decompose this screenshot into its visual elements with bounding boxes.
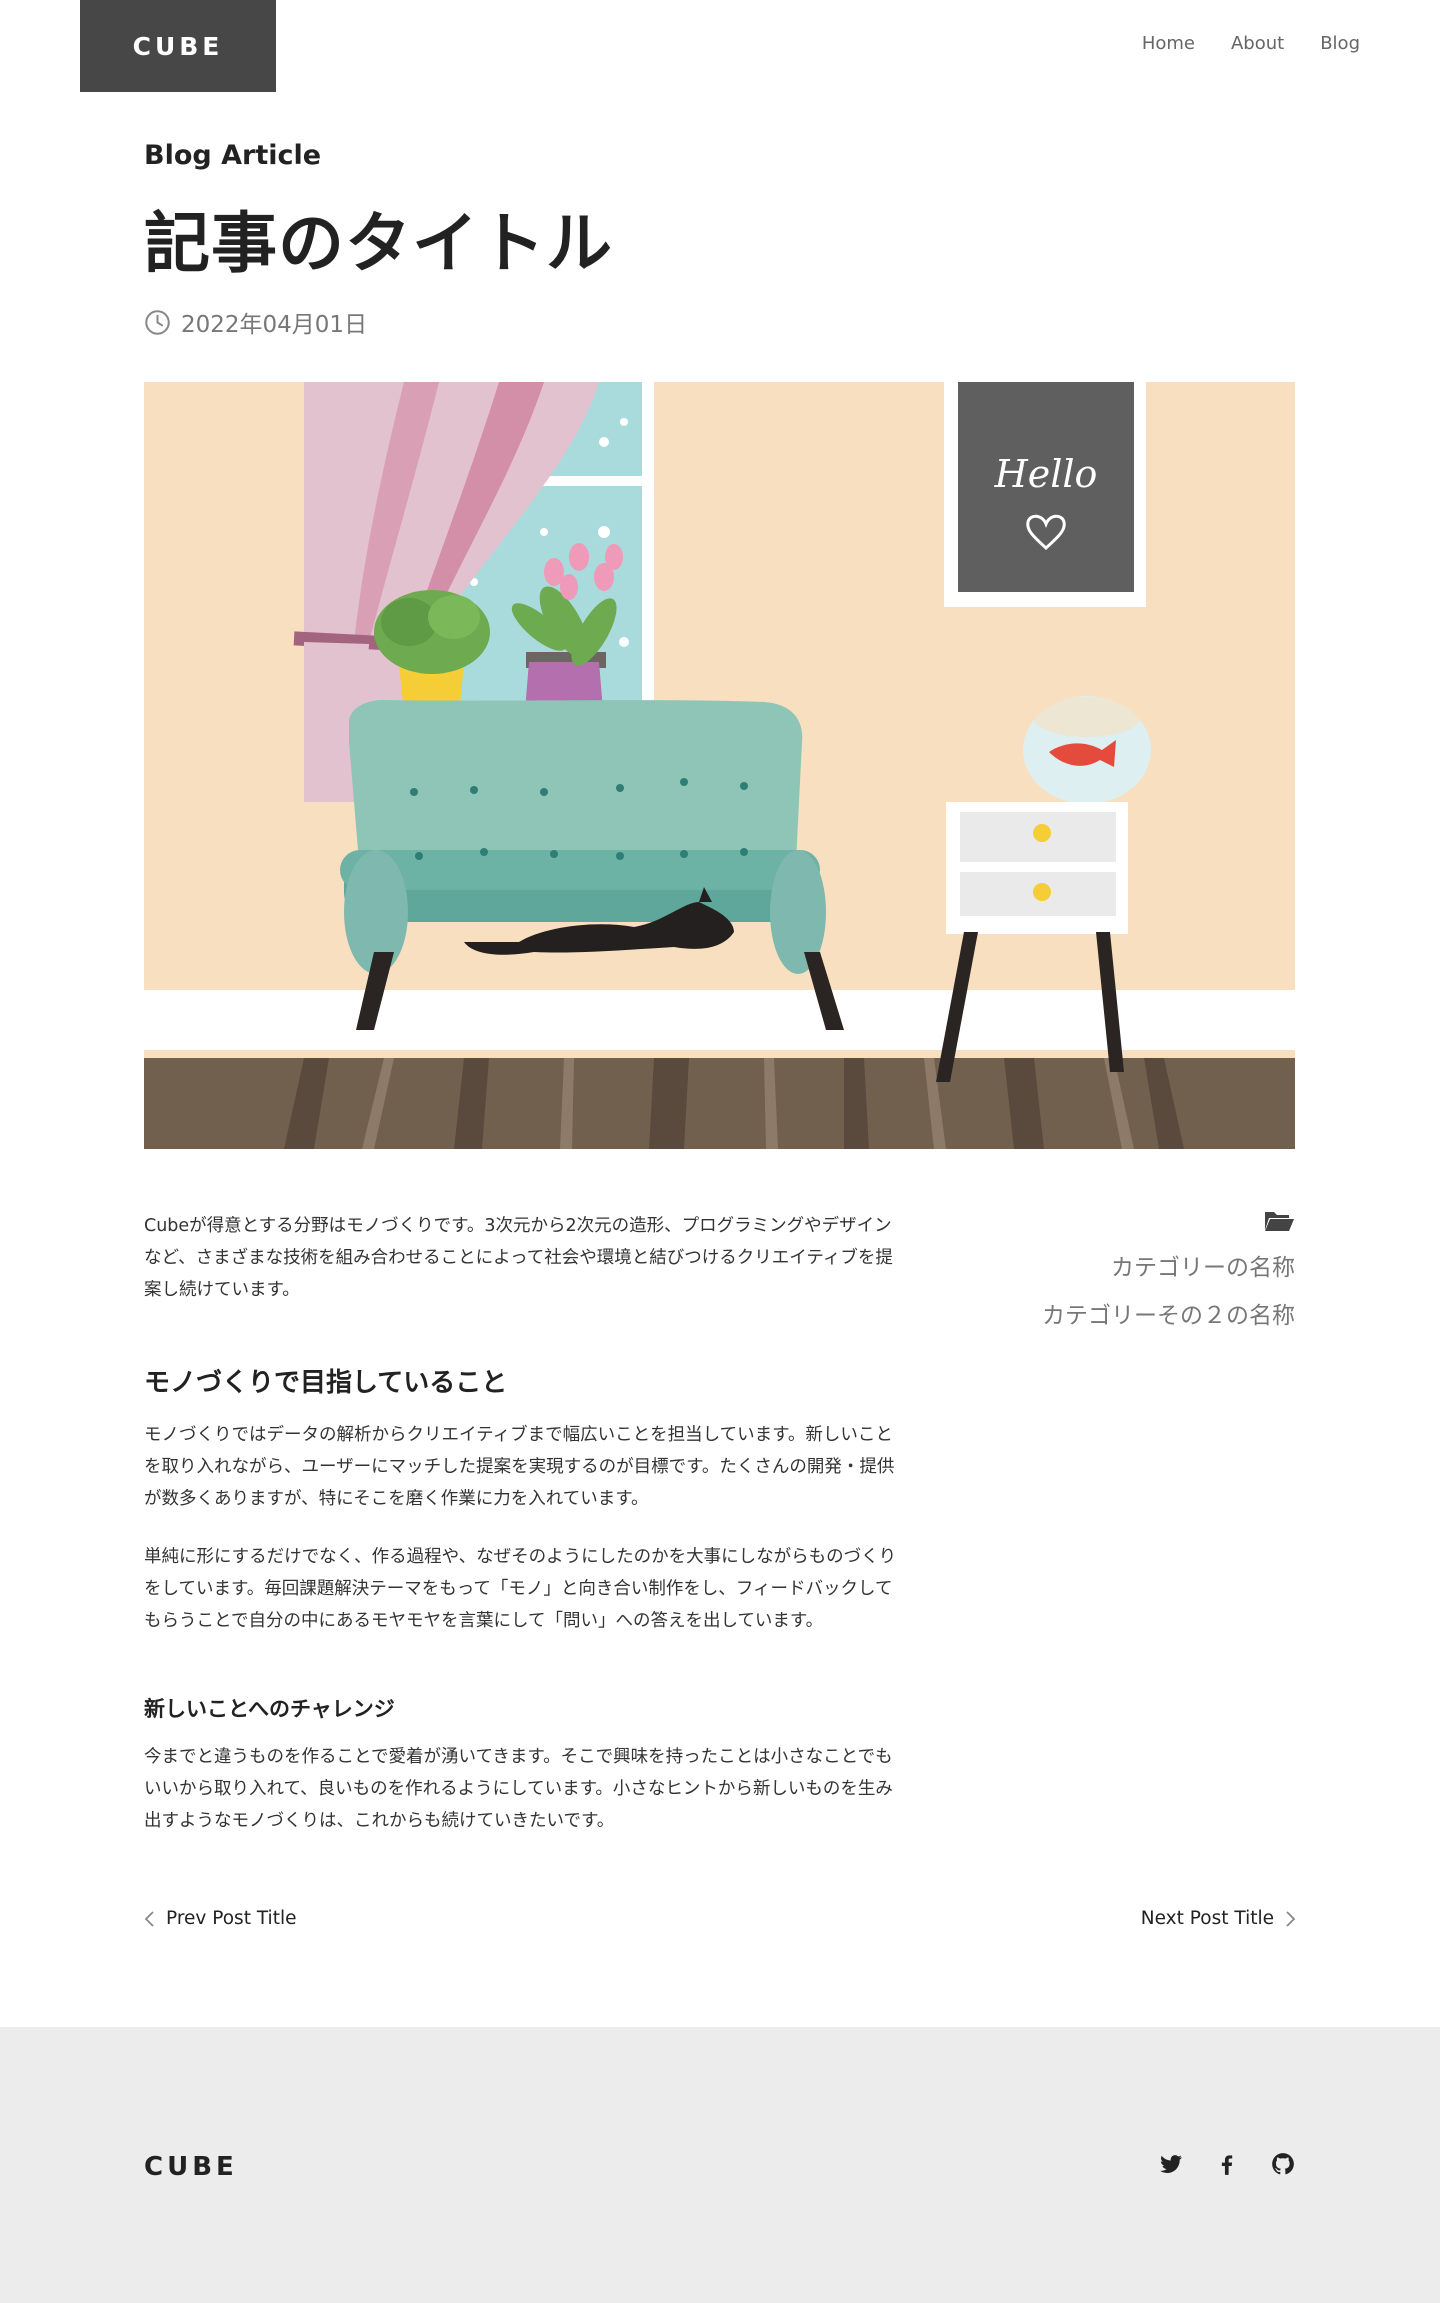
chevron-left-icon — [144, 1910, 154, 1927]
article-date-text: 2022年04月01日 — [181, 312, 368, 338]
article-eyebrow: Blog Article — [144, 140, 322, 171]
site-footer: CUBE — [0, 2027, 1440, 2303]
article-intro: Cubeが得意とする分野はモノづくりです。3次元から2次元の造形、プログラミング… — [144, 1216, 893, 1300]
twitter-icon[interactable] — [1158, 2151, 1184, 2177]
subsection-paragraph: 今までと違うものを作ることで愛着が湧いてきます。そこで興味を持ったことは小さなこ… — [144, 1747, 893, 1831]
next-post-link[interactable]: Next Post Title — [1141, 1908, 1296, 1929]
subsection-heading: 新しいことへのチャレンジ — [144, 1697, 395, 1721]
article-title: 記事のタイトル — [144, 205, 613, 282]
main-nav: Home About Blog — [1142, 33, 1360, 54]
living-room-illustration: Hello — [144, 382, 1295, 1149]
nav-about[interactable]: About — [1231, 33, 1284, 54]
section-paragraph-1: モノづくりではデータの解析からクリエイティブまで幅広いことを担当しています。新し… — [144, 1425, 895, 1509]
prev-post-title: Prev Post Title — [166, 1908, 297, 1929]
clock-icon — [145, 309, 170, 335]
post-pagination: Prev Post Title Next Post Title — [144, 1908, 1296, 1929]
article-body: Cubeが得意とする分野はモノづくりです。3次元から2次元の造形、プログラミング… — [144, 1210, 904, 1837]
category-list: カテゴリーの名称 カテゴリーその２の名称 — [1042, 1208, 1295, 1334]
section-paragraph-2: 単純に形にするだけでなく、作る過程や、なぜそのようにしたのかを大事にしながらもの… — [144, 1547, 897, 1631]
category-link-1[interactable]: カテゴリーの名称 — [1042, 1250, 1295, 1286]
next-post-title: Next Post Title — [1140, 1908, 1274, 1929]
svg-text:Hello: Hello — [994, 452, 1098, 496]
header-logo[interactable]: CUBE — [80, 0, 276, 92]
header-logo-text: CUBE — [132, 31, 224, 61]
section-heading: モノづくりで目指していること — [144, 1368, 508, 1398]
prev-post-link[interactable]: Prev Post Title — [144, 1908, 296, 1929]
category-link-2[interactable]: カテゴリーその２の名称 — [1042, 1298, 1295, 1334]
social-links — [1158, 2151, 1296, 2177]
github-icon[interactable] — [1270, 2151, 1296, 2177]
nav-home[interactable]: Home — [1142, 33, 1195, 54]
nav-blog[interactable]: Blog — [1320, 33, 1360, 54]
facebook-icon[interactable] — [1214, 2151, 1240, 2177]
chevron-right-icon — [1286, 1910, 1296, 1927]
folder-open-icon — [1263, 1208, 1295, 1238]
article-date: 2022年04月01日 — [144, 305, 367, 339]
footer-logo[interactable]: CUBE — [144, 2152, 238, 2182]
hero-illustration: Hello — [144, 382, 1295, 1149]
